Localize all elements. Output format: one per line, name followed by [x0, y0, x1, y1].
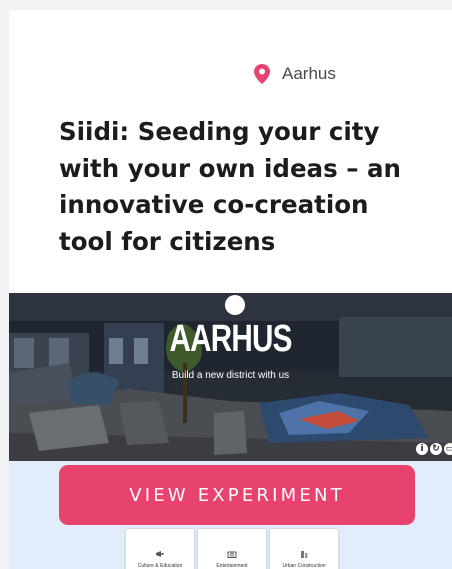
map-pin-icon [254, 64, 270, 84]
category-label: Urban Construction [282, 563, 326, 569]
location: Aarhus [254, 64, 336, 84]
hero-subtitle: Build a new district with us [171, 370, 290, 381]
hero-controls: i ↻ ▭ [416, 443, 452, 455]
city-logo [225, 295, 245, 315]
category-label: Culture & Education [137, 563, 183, 569]
location-label: Aarhus [282, 64, 336, 83]
refresh-icon[interactable]: ↻ [430, 443, 442, 455]
category-culture-education[interactable]: Culture & Education [126, 529, 194, 569]
window-icon[interactable]: ▭ [444, 443, 452, 455]
category-list: Culture & Education Entertainment Urban … [126, 529, 338, 569]
category-entertainment[interactable]: Entertainment [198, 529, 266, 569]
view-experiment-button[interactable]: VIEW EXPERIMENT [59, 465, 415, 525]
hero-brand: AARHUS [169, 318, 292, 360]
experiment-card[interactable]: Aarhus Siidi: Seeding your city with you… [9, 10, 452, 569]
experiment-title[interactable]: Siidi: Seeding your city with your own i… [59, 114, 429, 260]
info-icon[interactable]: i [416, 443, 428, 455]
building-icon [301, 551, 308, 558]
category-urban-construction[interactable]: Urban Construction [270, 529, 338, 569]
megaphone-icon [156, 551, 164, 557]
hero-image[interactable]: AARHUS Build a new district with us i ↻ … [9, 293, 452, 461]
category-label: Entertainment [216, 563, 248, 569]
camera-icon [227, 551, 237, 558]
